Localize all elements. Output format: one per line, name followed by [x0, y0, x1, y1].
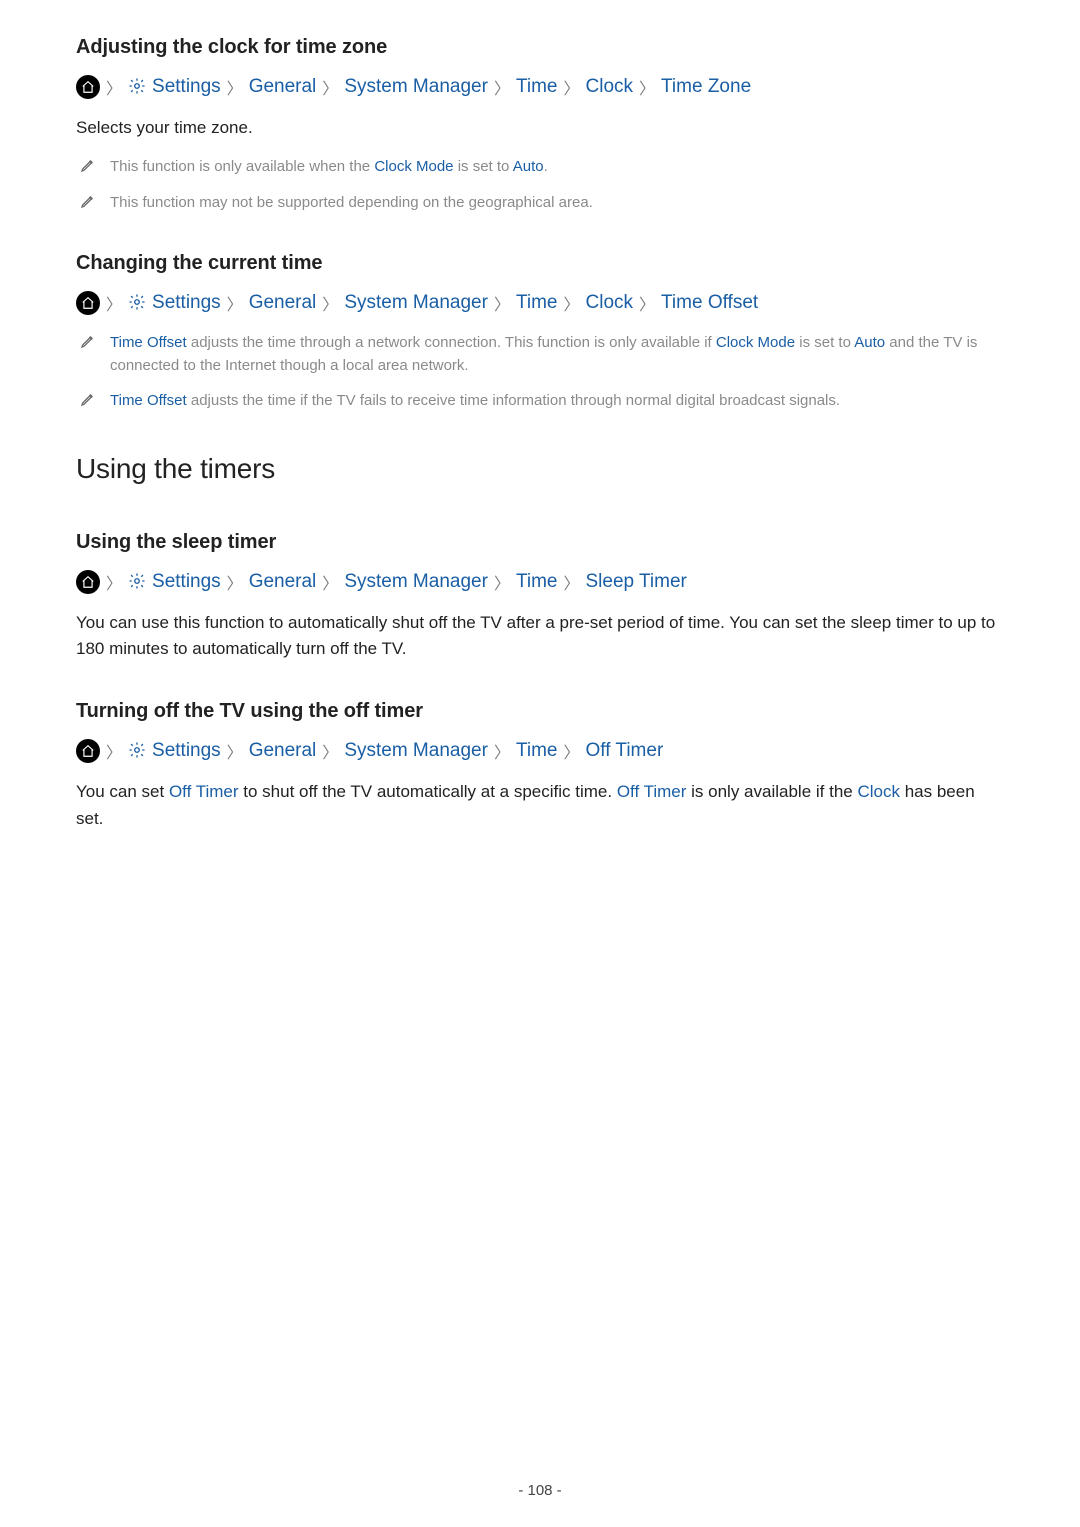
note-geo-area: This function may not be supported depen… — [80, 191, 1004, 214]
body-text: Selects your time zone. — [76, 115, 1004, 141]
crumb-time-zone: Time Zone — [661, 76, 751, 98]
section-sleep-timer: Using the sleep timer 〉 Settings 〉 Gener… — [76, 531, 1004, 663]
heading-adjust-clock: Adjusting the clock for time zone — [76, 36, 1004, 59]
link-clock: Clock — [857, 782, 900, 801]
chevron-icon: 〉 — [322, 570, 338, 594]
gear-icon — [128, 291, 146, 315]
note-timeoffset-broadcast: Time Offset adjusts the time if the TV f… — [80, 389, 1004, 412]
chevron-icon: 〉 — [563, 291, 579, 315]
heading-off-timer: Turning off the TV using the off timer — [76, 700, 1004, 723]
chevron-icon: 〉 — [106, 291, 122, 315]
chevron-icon: 〉 — [106, 75, 122, 99]
note-text: This function is only available when the… — [110, 155, 548, 178]
crumb-clock: Clock — [586, 76, 634, 98]
home-icon — [76, 291, 100, 315]
chevron-icon: 〉 — [563, 75, 579, 99]
body-text: You can set Off Timer to shut off the TV… — [76, 779, 1004, 832]
note-timeoffset-network: Time Offset adjusts the time through a n… — [80, 331, 1004, 378]
chevron-icon: 〉 — [494, 291, 510, 315]
chevron-icon: 〉 — [322, 739, 338, 763]
crumb-time: Time — [516, 740, 558, 762]
link-time-offset: Time Offset — [110, 334, 187, 351]
link-auto: Auto — [854, 334, 885, 351]
pencil-icon — [80, 333, 96, 380]
home-icon — [76, 570, 100, 594]
home-icon — [76, 75, 100, 99]
crumb-system-manager: System Manager — [344, 76, 488, 98]
link-clock-mode: Clock Mode — [374, 158, 453, 175]
crumb-system-manager: System Manager — [344, 571, 488, 593]
pencil-icon — [80, 193, 96, 216]
heading-using-timers: Using the timers — [76, 453, 1004, 485]
link-off-timer: Off Timer — [617, 782, 687, 801]
breadcrumb-timeoffset: 〉 Settings 〉 General 〉 System Manager 〉 … — [76, 291, 1004, 315]
chevron-icon: 〉 — [563, 739, 579, 763]
crumb-settings: Settings — [152, 571, 221, 593]
crumb-clock: Clock — [586, 292, 634, 314]
crumb-general: General — [249, 571, 317, 593]
crumb-general: General — [249, 740, 317, 762]
crumb-system-manager: System Manager — [344, 292, 488, 314]
pencil-icon — [80, 391, 96, 414]
link-off-timer: Off Timer — [169, 782, 239, 801]
chevron-icon: 〉 — [322, 75, 338, 99]
crumb-time: Time — [516, 292, 558, 314]
note-text: Time Offset adjusts the time through a n… — [110, 331, 1004, 378]
chevron-icon: 〉 — [106, 570, 122, 594]
breadcrumb-offtimer: 〉 Settings 〉 General 〉 System Manager 〉 … — [76, 739, 1004, 763]
chevron-icon: 〉 — [639, 75, 655, 99]
heading-sleep-timer: Using the sleep timer — [76, 531, 1004, 554]
chevron-icon: 〉 — [494, 570, 510, 594]
crumb-time-offset: Time Offset — [661, 292, 758, 314]
chevron-icon: 〉 — [227, 570, 243, 594]
crumb-time: Time — [516, 571, 558, 593]
crumb-general: General — [249, 76, 317, 98]
pencil-icon — [80, 157, 96, 180]
body-text: You can use this function to automatical… — [76, 610, 1004, 663]
crumb-settings: Settings — [152, 740, 221, 762]
heading-change-time: Changing the current time — [76, 252, 1004, 275]
gear-icon — [128, 75, 146, 99]
section-off-timer: Turning off the TV using the off timer 〉… — [76, 700, 1004, 832]
chevron-icon: 〉 — [322, 291, 338, 315]
crumb-settings: Settings — [152, 76, 221, 98]
chevron-icon: 〉 — [227, 75, 243, 99]
link-time-offset: Time Offset — [110, 392, 187, 409]
breadcrumb-sleeptimer: 〉 Settings 〉 General 〉 System Manager 〉 … — [76, 570, 1004, 594]
crumb-general: General — [249, 292, 317, 314]
chevron-icon: 〉 — [563, 570, 579, 594]
chevron-icon: 〉 — [227, 291, 243, 315]
section-adjust-clock: Adjusting the clock for time zone 〉 Sett… — [76, 36, 1004, 214]
crumb-off-timer: Off Timer — [586, 740, 664, 762]
link-clock-mode: Clock Mode — [716, 334, 795, 351]
crumb-settings: Settings — [152, 292, 221, 314]
chevron-icon: 〉 — [494, 75, 510, 99]
breadcrumb-timezone: 〉 Settings 〉 General 〉 System Manager 〉 … — [76, 75, 1004, 99]
chevron-icon: 〉 — [639, 291, 655, 315]
home-icon — [76, 739, 100, 763]
note-clockmode-auto: This function is only available when the… — [80, 155, 1004, 178]
chevron-icon: 〉 — [227, 739, 243, 763]
chevron-icon: 〉 — [106, 739, 122, 763]
link-auto: Auto — [513, 158, 544, 175]
page-number: - 108 - — [0, 1482, 1080, 1499]
section-change-time: Changing the current time 〉 Settings 〉 G… — [76, 252, 1004, 413]
crumb-sleep-timer: Sleep Timer — [586, 571, 687, 593]
gear-icon — [128, 739, 146, 763]
chevron-icon: 〉 — [494, 739, 510, 763]
crumb-system-manager: System Manager — [344, 740, 488, 762]
gear-icon — [128, 570, 146, 594]
crumb-time: Time — [516, 76, 558, 98]
note-text: This function may not be supported depen… — [110, 191, 593, 214]
note-text: Time Offset adjusts the time if the TV f… — [110, 389, 840, 412]
